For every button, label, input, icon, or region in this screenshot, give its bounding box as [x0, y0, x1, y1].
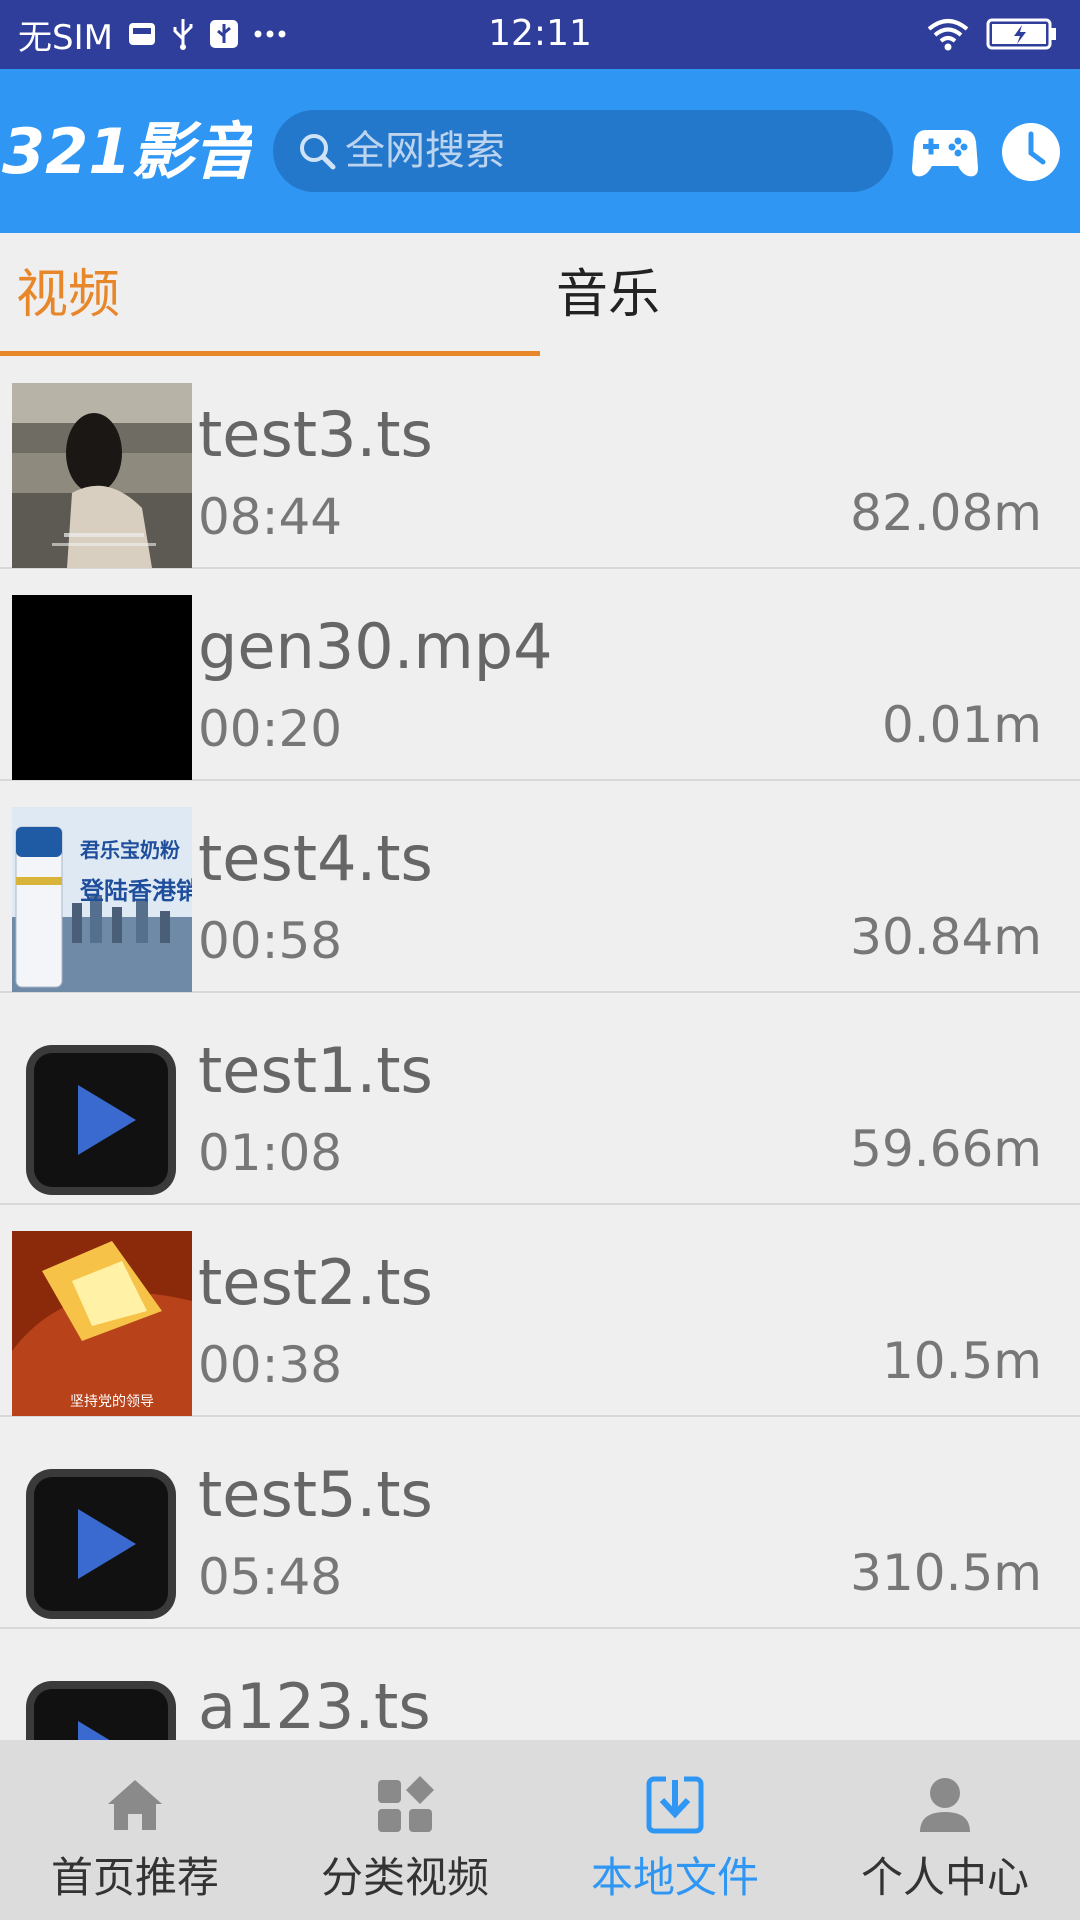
- video-name: test4.ts: [198, 822, 433, 895]
- search-input[interactable]: [345, 128, 865, 174]
- download-icon: [640, 1770, 710, 1840]
- video-name: test3.ts: [198, 398, 433, 471]
- video-row[interactable]: a123.ts: [0, 1629, 1080, 1740]
- nav-profile[interactable]: 个人中心: [810, 1740, 1080, 1920]
- video-thumbnail: [12, 1443, 192, 1628]
- video-thumbnail: [12, 383, 192, 568]
- video-thumbnail: [12, 1655, 192, 1740]
- video-size: 310.5m: [850, 1544, 1042, 1602]
- video-thumbnail: [12, 595, 192, 780]
- video-row[interactable]: gen30.mp4 00:20 0.01m: [0, 569, 1080, 781]
- play-icon: [26, 1681, 176, 1740]
- bottom-nav: 首页推荐 分类视频 本地文件 个人中心: [0, 1740, 1080, 1920]
- nav-home[interactable]: 首页推荐: [0, 1740, 270, 1920]
- gamepad-icon: [912, 130, 978, 177]
- clock-time: 12:11: [488, 13, 592, 54]
- video-duration: 00:20: [198, 700, 343, 758]
- video-name: gen30.mp4: [198, 610, 553, 683]
- battery-charging-icon: [986, 12, 1058, 56]
- home-icon: [100, 1770, 170, 1840]
- video-duration: 00:38: [198, 1336, 343, 1394]
- svg-text:坚持党的领导: 坚持党的领导: [70, 1394, 154, 1410]
- game-button[interactable]: [912, 119, 978, 185]
- status-bar: 无SIM 12:11: [0, 0, 1080, 69]
- video-name: test5.ts: [198, 1458, 433, 1531]
- video-size: 59.66m: [850, 1120, 1042, 1178]
- search-icon: [295, 129, 339, 173]
- video-size: 30.84m: [850, 908, 1042, 966]
- video-thumbnail: 君乐宝奶粉 登陆香港销: [12, 807, 192, 992]
- app-logo-image: 321影音: [2, 115, 252, 187]
- video-row[interactable]: test5.ts 05:48 310.5m: [0, 1417, 1080, 1629]
- person-icon: [910, 1770, 980, 1840]
- status-right: [926, 12, 1058, 56]
- video-row[interactable]: 坚持党的领导 test2.ts 00:38 10.5m: [0, 1205, 1080, 1417]
- nav-local-files[interactable]: 本地文件: [540, 1740, 810, 1920]
- video-name: test2.ts: [198, 1246, 433, 1319]
- video-duration: 08:44: [198, 488, 343, 546]
- video-size: 82.08m: [850, 484, 1042, 542]
- app-logo: 321影音: [0, 115, 252, 187]
- play-icon: [26, 1045, 176, 1195]
- video-duration: 00:58: [198, 912, 343, 970]
- video-duration: 01:08: [198, 1124, 343, 1182]
- nav-label: 本地文件: [590, 1853, 759, 1902]
- video-list[interactable]: test3.ts 08:44 82.08m gen30.mp4 00:20 0.…: [0, 357, 1080, 1740]
- search-bar[interactable]: [273, 110, 893, 192]
- nav-category[interactable]: 分类视频: [270, 1740, 540, 1920]
- svg-text:君乐宝奶粉: 君乐宝奶粉: [80, 838, 180, 862]
- tab-video[interactable]: 视频: [0, 233, 540, 357]
- active-tab-indicator: [0, 351, 540, 356]
- video-row[interactable]: 君乐宝奶粉 登陆香港销 test4.ts 00:58 30.84m: [0, 781, 1080, 993]
- wifi-icon: [926, 12, 970, 56]
- video-thumbnail: 坚持党的领导: [12, 1231, 192, 1416]
- play-icon: [26, 1469, 176, 1619]
- video-duration: 05:48: [198, 1548, 343, 1606]
- video-size: 10.5m: [881, 1332, 1042, 1390]
- video-name: a123.ts: [198, 1670, 431, 1740]
- nav-label: 首页推荐: [50, 1853, 219, 1902]
- clock-icon: [1002, 123, 1060, 181]
- svg-text:登陆香港销: 登陆香港销: [79, 877, 192, 905]
- video-size: 0.01m: [881, 696, 1042, 754]
- app-header: 321影音: [0, 69, 1080, 233]
- video-thumbnail: [12, 1019, 192, 1204]
- nav-label: 分类视频: [320, 1853, 489, 1902]
- media-tabs: 视频 音乐: [0, 233, 1080, 357]
- category-icon: [370, 1770, 440, 1840]
- video-name: test1.ts: [198, 1034, 433, 1107]
- svg-text:321影音: 321影音: [2, 115, 252, 187]
- video-row[interactable]: test1.ts 01:08 59.66m: [0, 993, 1080, 1205]
- tab-music[interactable]: 音乐: [540, 233, 1080, 357]
- history-button[interactable]: [998, 119, 1064, 185]
- nav-label: 个人中心: [860, 1853, 1029, 1902]
- video-row[interactable]: test3.ts 08:44 82.08m: [0, 357, 1080, 569]
